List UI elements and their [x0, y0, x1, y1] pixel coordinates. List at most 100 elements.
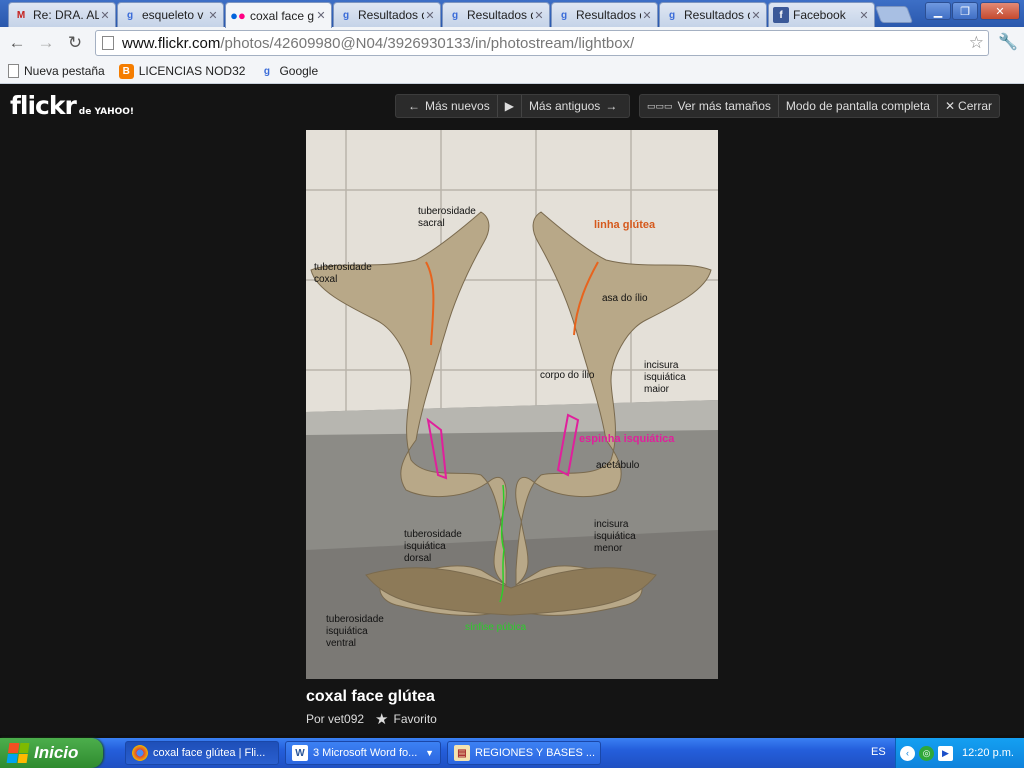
tab-label: Facebook [793, 8, 846, 22]
label-asa-do-ilio: asa do ílio [602, 293, 648, 304]
sizes-icon: ▭▭▭ [647, 100, 673, 111]
tab-resultados-3[interactable]: g Resultados d ✕ [551, 2, 658, 27]
label-tuberosidade-coxal: tuberosidade coxal [314, 262, 372, 285]
document-icon: ▤ [454, 745, 470, 761]
label-acetabulo: acetábulo [596, 460, 640, 471]
newer-button[interactable]: ← Más nuevos [396, 95, 498, 117]
chevron-down-icon: ▼ [425, 748, 434, 758]
bookmarks-bar: Nueva pestaña B LICENCIAS NOD32 g Google [0, 59, 1024, 84]
tab-label: Resultados d [576, 8, 641, 22]
google-icon: g [668, 9, 676, 21]
clock: 12:20 p.m. [962, 747, 1014, 759]
browser-toolbar: ← → ↻ www.flickr.com/photos/42609980@N04… [0, 27, 1024, 59]
taskbar-item-chrome[interactable]: coxal face glútea | Fli... [125, 741, 279, 765]
tab-facebook[interactable]: f Facebook ✕ [768, 2, 875, 27]
expand-tray-icon[interactable]: ‹ [900, 745, 915, 761]
tab-resultados-1[interactable]: g Resultados d ✕ [333, 2, 441, 27]
reload-button[interactable]: ↻ [64, 32, 86, 54]
play-slideshow-button[interactable]: ▶ [498, 95, 522, 117]
photo-actions: ▭▭▭ Ver más tamaños Modo de pantalla comp… [639, 94, 1001, 118]
label-espinha-isquiatica: espinha isquiática [579, 433, 675, 445]
tab-label: Re: DRA. AL [33, 8, 99, 22]
bookmark-label: Nueva pestaña [24, 64, 105, 78]
close-icon[interactable]: ✕ [99, 9, 111, 22]
photo-title: coxal face glútea [306, 688, 435, 705]
tab-gmail[interactable]: M Re: DRA. AL ✕ [8, 2, 116, 27]
taskbar-item-word[interactable]: W 3 Microsoft Word fo... ▼ [285, 741, 441, 765]
tab-resultados-4[interactable]: g Resultados d ✕ [659, 2, 767, 27]
tab-label: Resultados d [684, 8, 750, 22]
address-bar[interactable]: www.flickr.com/photos/42609980@N04/39269… [95, 30, 989, 56]
google-icon: g [126, 9, 134, 21]
start-button[interactable]: Inicio [0, 738, 103, 768]
facebook-icon: f [773, 7, 789, 23]
close-window-button[interactable]: ✕ [980, 2, 1020, 20]
bookmark-label: LICENCIAS NOD32 [138, 64, 246, 78]
messenger-icon[interactable]: ◎ [919, 745, 934, 761]
tab-esqueleto[interactable]: g esqueleto v ✕ [117, 2, 224, 27]
close-icon[interactable]: ✕ [315, 9, 327, 22]
language-indicator[interactable]: ES [871, 746, 886, 758]
new-tab-button[interactable] [874, 6, 914, 23]
blogger-icon: B [118, 63, 134, 79]
fullscreen-button[interactable]: Modo de pantalla completa [779, 95, 938, 117]
label-corpo-do-ilio: corpo do ílio [540, 370, 595, 381]
google-icon: g [263, 65, 270, 77]
arrow-right-icon: → [605, 99, 618, 113]
older-button[interactable]: Más antiguos → [522, 95, 629, 117]
gmail-icon: M [16, 9, 26, 21]
favorite-star-icon[interactable]: ★ [375, 710, 388, 728]
close-icon[interactable]: ✕ [750, 9, 762, 22]
flickr-lightbox: flickr de YAHOO! ← Más nuevos ▶ Más antigu… [0, 85, 1024, 735]
label-incisura-menor: incisura isquiática menor [594, 519, 636, 554]
label-linha-glutea: linha glútea [594, 219, 656, 231]
tab-resultados-2[interactable]: g Resultados d ✕ [442, 2, 550, 27]
taskbar-item-label: coxal face glútea | Fli... [153, 747, 266, 759]
reload-icon: ↻ [67, 33, 83, 52]
tab-label: Resultados d [467, 8, 533, 22]
forward-arrow-icon: → [37, 33, 55, 52]
tab-coxal-face[interactable]: ● ● coxal face g ✕ [225, 2, 332, 28]
wrench-menu-icon[interactable]: 🔧 [998, 32, 1018, 52]
media-player-icon[interactable]: ▶ [938, 745, 953, 761]
back-button[interactable]: ← [6, 32, 28, 54]
close-icon[interactable]: ✕ [207, 9, 219, 22]
tab-label: Resultados d [358, 8, 424, 22]
bookmark-nueva-pestana[interactable]: Nueva pestaña [8, 64, 105, 78]
favorite-link[interactable]: Favorito [394, 712, 437, 726]
taskbar-item-label: REGIONES Y BASES ... [475, 747, 596, 759]
google-icon: g [451, 9, 459, 21]
label-tuberosidade-dorsal: tuberosidade isquiática dorsal [404, 529, 462, 564]
chrome-icon [132, 745, 148, 761]
maximize-button[interactable]: ❐ [952, 2, 978, 20]
taskbar-item-regiones[interactable]: ▤ REGIONES Y BASES ... [447, 741, 601, 765]
close-icon[interactable]: ✕ [424, 9, 436, 22]
photo-coxal-bone[interactable]: tuberosidade sacral linha glútea tuberos… [306, 130, 718, 679]
close-icon[interactable]: ✕ [858, 9, 870, 22]
back-arrow-icon: ← [8, 33, 26, 52]
bookmark-google[interactable]: g Google [259, 64, 318, 79]
flickr-logo[interactable]: flickr de YAHOO! [10, 91, 134, 120]
url-path: /photos/42609980@N04/3926930133/in/photo… [220, 34, 635, 52]
minimize-button[interactable]: ▁ [925, 2, 951, 20]
tab-label: esqueleto v [142, 8, 204, 22]
label-tuberosidade-ventral: tuberosidade isquiática ventral [326, 614, 384, 649]
bookmark-star-icon[interactable]: ☆ [969, 33, 984, 53]
page-icon [8, 64, 19, 78]
taskbar-item-label: 3 Microsoft Word fo... [313, 747, 418, 759]
play-icon: ▶ [504, 99, 514, 113]
label-tuberosidade-sacral: tuberosidade sacral [418, 206, 476, 229]
system-tray: ‹ ◎ ▶ 12:20 p.m. [895, 738, 1024, 768]
windows-taskbar: Inicio coxal face glútea | Fli... W 3 Mi… [0, 738, 1024, 768]
photo-author-link[interactable]: Por vet092 [306, 712, 364, 726]
photo-navigation: ← Más nuevos ▶ Más antiguos → [395, 94, 631, 118]
bookmark-licencias-nod32[interactable]: B LICENCIAS NOD32 [118, 63, 246, 79]
label-incisura-maior: incisura isquiática maior [644, 360, 686, 395]
word-icon: W [292, 745, 308, 761]
close-icon[interactable]: ✕ [641, 9, 653, 22]
more-sizes-button[interactable]: ▭▭▭ Ver más tamaños [640, 95, 779, 117]
forward-button[interactable]: → [35, 32, 57, 54]
label-sinfise-pubica: sínfise púbica [465, 622, 527, 633]
close-icon[interactable]: ✕ [533, 9, 545, 22]
close-lightbox-button[interactable]: ✕ Cerrar [938, 95, 999, 117]
